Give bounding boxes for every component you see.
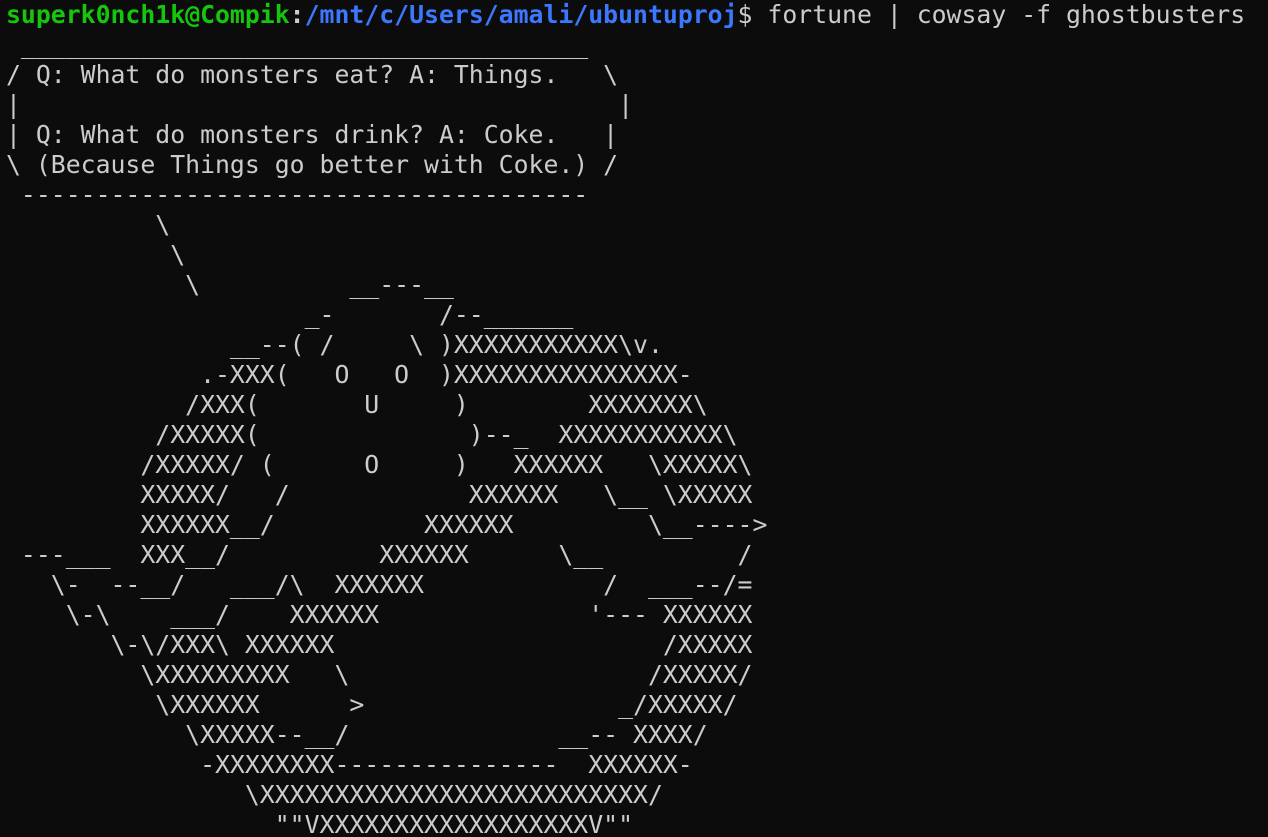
output-line: \-\/XXX\ XXXXXX /XXXXX <box>6 630 753 659</box>
output-line: ""VXXXXXXXXXXXXXXXXXXV"" <box>6 810 634 837</box>
output-line: _- /--______ <box>6 300 574 329</box>
output-line: -XXXXXXXX--------------- XXXXXX- <box>6 750 693 779</box>
command-text: fortune | cowsay -f ghostbusters <box>752 0 1246 29</box>
output-line: __--( / \ )XXXXXXXXXXX\v. <box>6 330 663 359</box>
output-line: /XXXXX( )--_ XXXXXXXXXXX\ <box>6 420 738 449</box>
output-line: \-\ ___/ XXXXXX '--- XXXXXX <box>6 600 753 629</box>
output-line: .-XXX( O O )XXXXXXXXXXXXXXX- <box>6 360 693 389</box>
prompt-user-host: superk0nch1k@Compik <box>6 0 290 29</box>
output-line: XXXXXX__/ XXXXXX \__----> <box>6 510 768 539</box>
output-line: \XXXXX--__/ __-- XXXX/ <box>6 720 708 749</box>
output-line: \XXXXXXXXXXXXXXXXXXXXXXXXXX/ <box>6 780 663 809</box>
output-line: /XXX( U ) XXXXXXX\ <box>6 390 708 419</box>
output-line: \- --__/ ___/\ XXXXXX / ___--/= <box>6 570 753 599</box>
command-output: ______________________________________ / … <box>6 30 1268 837</box>
command-prompt-line: superk0nch1k@Compik:/mnt/c/Users/amali/u… <box>6 0 1268 30</box>
prompt-path: /mnt/c/Users/amali/ubuntuproj <box>304 0 738 29</box>
output-line: \ <box>6 210 171 239</box>
output-line: \ <box>6 240 186 269</box>
output-line: \XXXXXX > _/XXXXX/ <box>6 690 738 719</box>
output-line: XXXXX/ / XXXXXX \__ \XXXXX <box>6 480 753 509</box>
output-line: ---___ XXX__/ XXXXXX \__ / <box>6 540 753 569</box>
output-line: ______________________________________ <box>6 30 589 59</box>
output-line: /XXXXX/ ( O ) XXXXXX \XXXXX\ <box>6 450 753 479</box>
output-line: \ __---__ <box>6 270 454 299</box>
terminal-window[interactable]: superk0nch1k@Compik:/mnt/c/Users/amali/u… <box>0 0 1268 837</box>
output-line: / Q: What do monsters eat? A: Things. \ <box>6 60 619 89</box>
prompt-separator: : <box>289 0 305 29</box>
output-line: | | <box>6 90 634 119</box>
output-line: \ (Because Things go better with Coke.) … <box>6 150 619 179</box>
output-line: \XXXXXXXXX \ /XXXXX/ <box>6 660 753 689</box>
output-line: | Q: What do monsters drink? A: Coke. | <box>6 120 619 149</box>
prompt-symbol: $ <box>737 0 753 29</box>
output-line: -------------------------------------- <box>6 180 589 209</box>
